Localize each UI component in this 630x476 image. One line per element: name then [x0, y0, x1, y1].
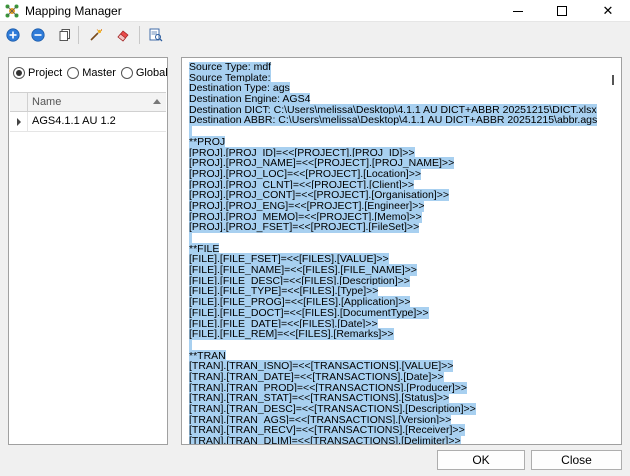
editor-line: [189, 125, 610, 138]
close-button[interactable]: Close: [531, 450, 622, 470]
close-icon: ✕: [602, 3, 614, 18]
editor-line: [PROJ].[PROJ_FSET]=<<[PROJECT].[FileSet]…: [189, 221, 610, 234]
copy-icon: [59, 29, 70, 41]
row-header[interactable]: [10, 112, 28, 131]
remove-icon: [31, 28, 45, 42]
grid-header: Name: [10, 92, 166, 112]
editor-line: [TRAN].[TRAN_DLIM]=<<[TRANSACTIONS].[Del…: [189, 435, 610, 444]
toolbar-separator: [139, 26, 140, 44]
radio-label: Global: [135, 67, 168, 79]
mapping-text-editor[interactable]: Source Type: mdf Source Template: Destinat…: [189, 62, 610, 444]
editor-line: [PROJ].[PROJ_LOC]=<<[PROJECT].[Location]…: [189, 167, 610, 180]
editor-line-text: [FILE].[FILE_DOCT]=<<[FILES].[DocumentTy…: [189, 306, 429, 319]
mapping-list-panel: Project Master Global Name AGS4.1.1 AU 1…: [8, 57, 168, 445]
sort-ascending-icon: [153, 99, 161, 104]
maximize-button[interactable]: [540, 0, 584, 22]
radio-button: [13, 67, 25, 79]
add-button[interactable]: [3, 25, 23, 45]
window-title: Mapping Manager: [25, 4, 122, 18]
editor-line: [FILE].[FILE_REM]=<<[FILES].[Remarks]>>: [189, 328, 610, 341]
editor-line: [189, 338, 610, 351]
editor-scrollbar[interactable]: [608, 59, 620, 443]
toolbar-separator: [78, 26, 79, 44]
editor-line-text: [PROJ].[PROJ_FSET]=<<[PROJECT].[FileSet]…: [189, 221, 420, 234]
mapping-app-icon: [5, 4, 19, 18]
mapping-editor-panel: Source Type: mdf Source Template: Destinat…: [181, 57, 622, 445]
expand-arrow-icon[interactable]: [16, 117, 21, 126]
editor-line-text: [FILE].[FILE_REM]=<<[FILES].[Remarks]>>: [189, 328, 394, 341]
eraser-icon: [117, 30, 129, 42]
table-row[interactable]: AGS4.1.1 AU 1.2: [10, 112, 166, 132]
find-icon: [149, 28, 163, 42]
radio-project[interactable]: Project: [13, 67, 62, 79]
editor-line-text: [TRAN].[TRAN_DLIM]=<<[TRANSACTIONS].[Del…: [189, 435, 461, 444]
radio-label: Project: [28, 67, 63, 79]
minimize-icon: [513, 10, 523, 12]
wand-icon: [90, 29, 102, 41]
toolbar: [0, 22, 630, 48]
wand-button[interactable]: [86, 25, 106, 45]
name-column-header[interactable]: Name: [32, 96, 61, 108]
find-button[interactable]: [146, 25, 166, 45]
editor-line: [FILE].[FILE_DOCT]=<<[FILES].[DocumentTy…: [189, 306, 610, 319]
radio-label: Master: [82, 67, 116, 79]
editor-line-text: Destination ABBR: C:\Users\melissa\Deskt…: [189, 114, 598, 127]
mapping-name-cell[interactable]: AGS4.1.1 AU 1.2: [32, 115, 116, 127]
editor-line: [189, 232, 610, 244]
editor-line-text: **PROJ: [189, 135, 226, 148]
minimize-button[interactable]: [496, 0, 540, 22]
maximize-icon: [557, 6, 567, 16]
title-bar: Mapping Manager ✕: [0, 0, 630, 22]
radio-selected-dot: [16, 70, 22, 76]
ok-button[interactable]: OK: [437, 450, 525, 470]
close-window-button[interactable]: ✕: [586, 0, 630, 22]
eraser-button[interactable]: [113, 25, 133, 45]
copy-button[interactable]: [55, 25, 75, 45]
radio-button: [120, 67, 133, 79]
scrollbar-thumb[interactable]: [612, 75, 614, 85]
scope-radio-group: Project Master Global: [9, 58, 168, 88]
row-header-corner: [10, 93, 28, 111]
radio-button: [67, 67, 80, 79]
remove-button[interactable]: [28, 25, 48, 45]
editor-line: Destination ABBR: C:\Users\melissa\Deskt…: [189, 114, 610, 127]
add-icon: [6, 28, 20, 42]
radio-global[interactable]: Global: [120, 67, 168, 79]
editor-line: **PROJ: [189, 135, 610, 148]
radio-master[interactable]: Master: [67, 67, 116, 79]
